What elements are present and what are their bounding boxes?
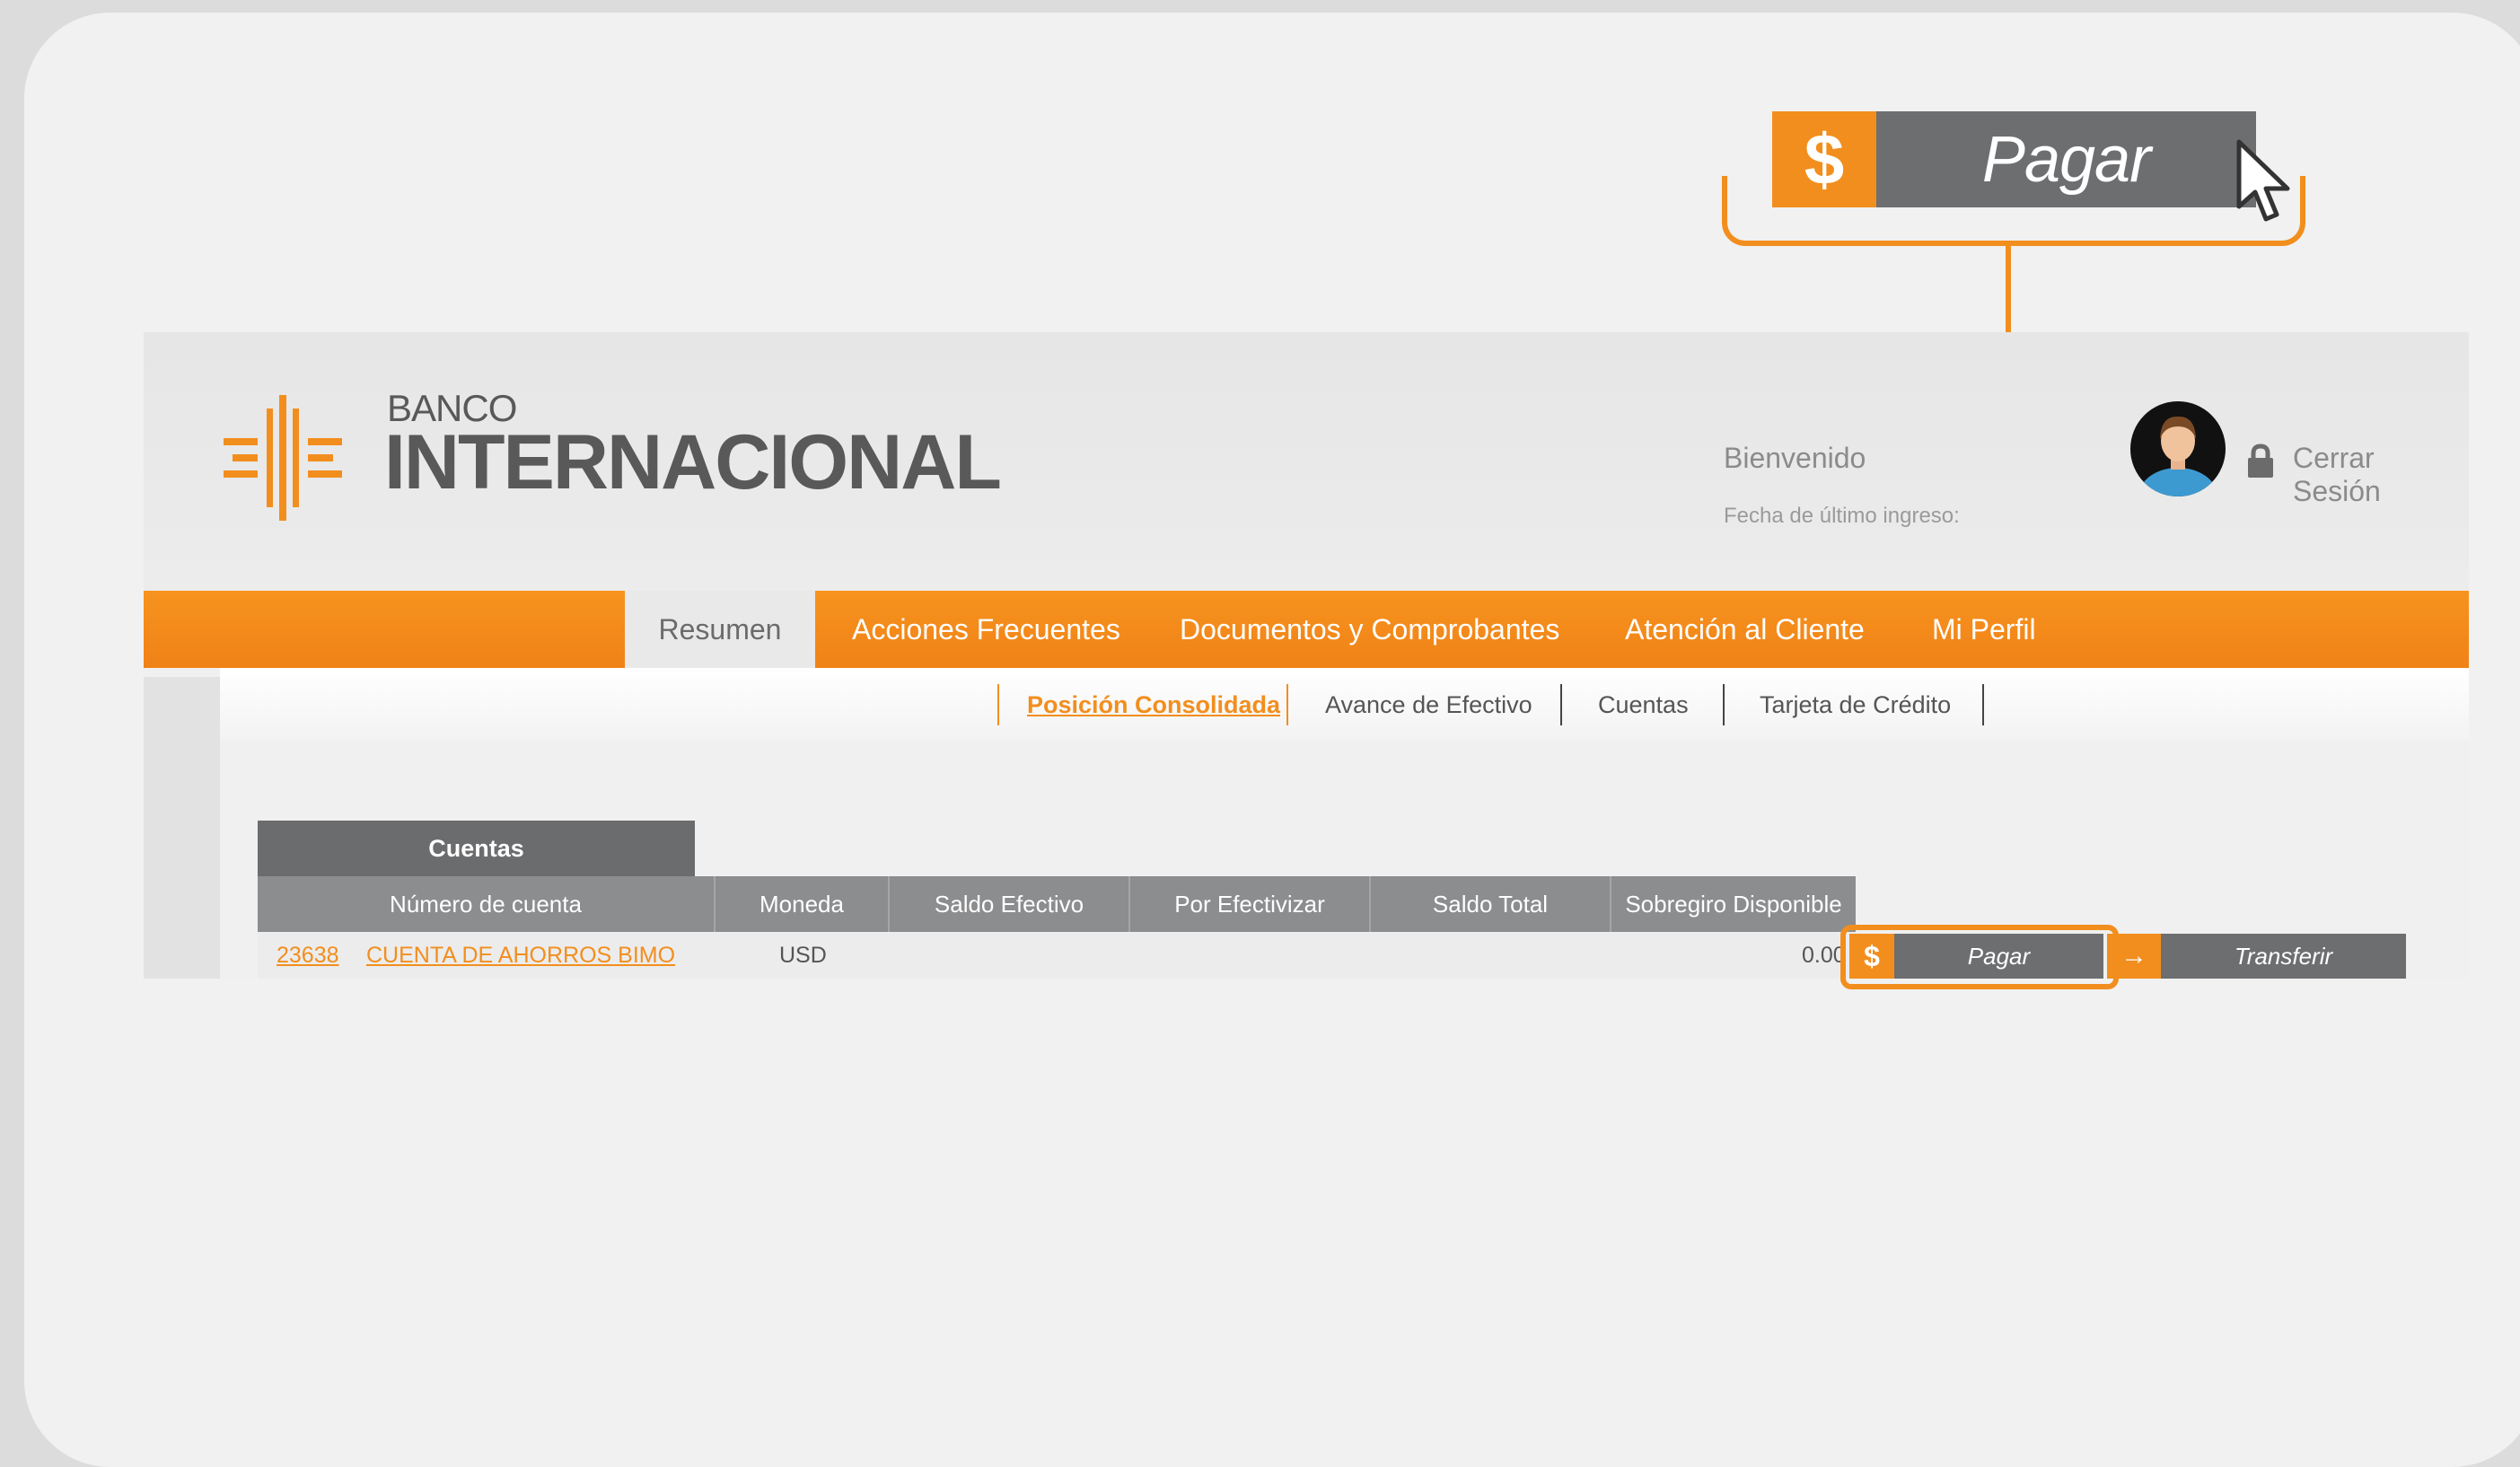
col-saldo-efectivo: Saldo Efectivo bbox=[890, 876, 1130, 932]
divider bbox=[1723, 684, 1725, 725]
col-moneda: Moneda bbox=[716, 876, 890, 932]
account-number-link[interactable]: 23638 bbox=[277, 943, 339, 969]
col-por-efectivizar: Por Efectivizar bbox=[1130, 876, 1371, 932]
table-row: 23638 CUENTA DE AHORROS BIMO USD 0.00 bbox=[258, 932, 1856, 979]
avatar[interactable] bbox=[2130, 401, 2226, 496]
tab-acciones-frecuentes[interactable]: Acciones Frecuentes bbox=[852, 591, 1120, 668]
pay-highlight-frame bbox=[1840, 925, 2119, 989]
welcome-text: Bienvenido bbox=[1724, 442, 1866, 474]
col-saldo-total: Saldo Total bbox=[1371, 876, 1611, 932]
side-strip bbox=[144, 677, 220, 979]
user-icon bbox=[2138, 416, 2217, 496]
col-sobregiro: Sobregiro Disponible bbox=[1625, 890, 1842, 918]
header: BANCO INTERNACIONAL Bienvenido Fecha de … bbox=[144, 332, 2469, 591]
brand-name: INTERNACIONAL bbox=[384, 419, 1002, 505]
account-name-link[interactable]: CUENTA DE AHORROS BIMO bbox=[366, 943, 675, 969]
tab-atencion-cliente[interactable]: Atención al Cliente bbox=[1625, 591, 1865, 668]
bank-screen: BANCO INTERNACIONAL Bienvenido Fecha de … bbox=[144, 332, 2469, 979]
col-numero-cuenta: Número de cuenta bbox=[258, 876, 716, 932]
subtab-avance-efectivo[interactable]: Avance de Efectivo bbox=[1325, 691, 1532, 719]
accounts-table-tab[interactable]: Cuentas bbox=[258, 821, 695, 876]
divider bbox=[997, 684, 999, 725]
main-nav: Resumen Acciones Frecuentes Documentos y… bbox=[144, 591, 2469, 668]
sub-nav: Posición Consolidada Avance de Efectivo … bbox=[220, 668, 2469, 740]
transfer-label: Transferir bbox=[2234, 942, 2333, 970]
subtab-cuentas[interactable]: Cuentas bbox=[1598, 691, 1689, 719]
tab-resumen[interactable]: Resumen bbox=[625, 591, 815, 668]
subtab-posicion-consolidada[interactable]: Posición Consolidada bbox=[1027, 691, 1280, 719]
currency-cell: USD bbox=[779, 943, 827, 968]
divider bbox=[1286, 684, 1288, 725]
divider bbox=[1560, 684, 1562, 725]
tab-documentos[interactable]: Documentos y Comprobantes bbox=[1180, 591, 1559, 668]
callout-bracket bbox=[1722, 176, 2305, 246]
table-header: Número de cuenta Moneda Saldo Efectivo P… bbox=[258, 876, 1856, 932]
divider bbox=[1982, 684, 1984, 725]
overdraft-cell: 0.00 bbox=[1802, 943, 1846, 968]
logout-link[interactable]: Cerrar Sesión bbox=[2293, 442, 2469, 508]
subtab-tarjeta-credito[interactable]: Tarjeta de Crédito bbox=[1760, 691, 1951, 719]
lock-icon bbox=[2248, 444, 2273, 478]
last-login-text: Fecha de último ingreso: bbox=[1724, 504, 1960, 528]
bank-logo-icon bbox=[224, 395, 342, 521]
tab-mi-perfil[interactable]: Mi Perfil bbox=[1932, 591, 2036, 668]
transfer-button[interactable]: → Transferir bbox=[2107, 934, 2406, 979]
